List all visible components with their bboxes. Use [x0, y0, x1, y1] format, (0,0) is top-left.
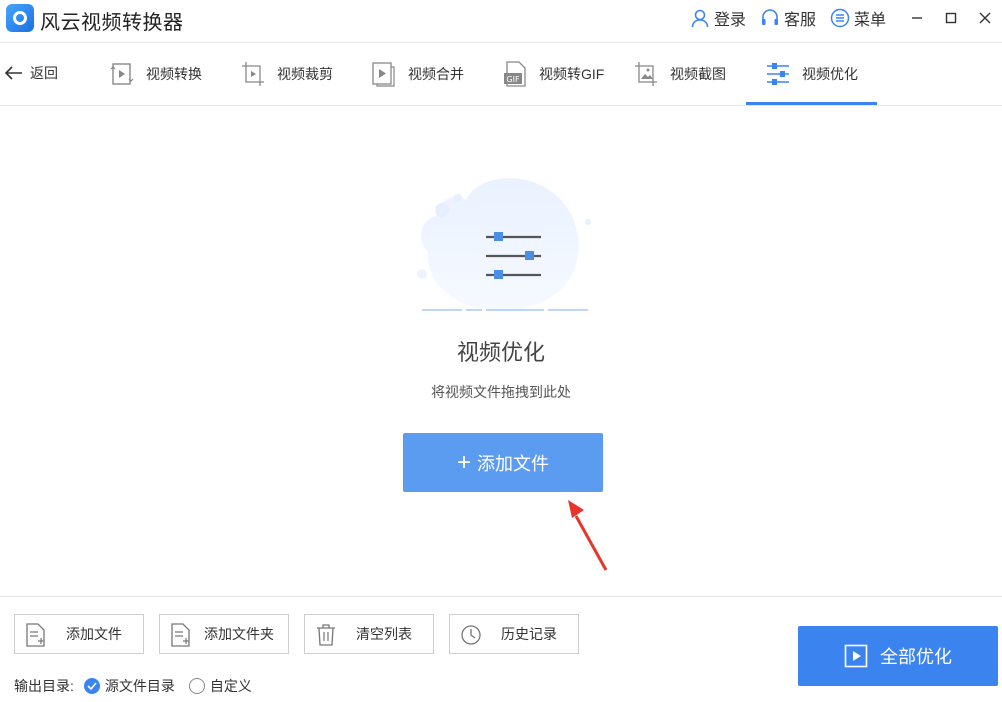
- minimize-button[interactable]: [900, 0, 934, 36]
- bottom-button-label: 清空列表: [356, 626, 412, 642]
- menu-label: 菜单: [853, 12, 886, 29]
- bottom-bar: 添加文件 添加文件夹 清空列表 历史记录 输出目录: 源文件目录 自定义 全部优…: [0, 596, 1002, 702]
- maximize-icon: [945, 12, 957, 24]
- headset-icon: [761, 9, 778, 25]
- menu-icon: [830, 8, 850, 28]
- history-button[interactable]: 历史记录: [449, 614, 579, 654]
- bottom-add-file-button[interactable]: 添加文件: [14, 614, 144, 654]
- tab-label: 视频合并: [408, 66, 464, 82]
- back-arrow-icon: [4, 66, 22, 80]
- tab-video-screenshot[interactable]: 视频截图: [634, 43, 726, 105]
- login-button[interactable]: 登录: [690, 6, 746, 30]
- tab-label: 视频裁剪: [277, 66, 333, 82]
- tab-bar: 返回 视频转换 视频裁剪 视频合并 GIF 视频转GIF 视频截图 视频优化: [0, 42, 1002, 106]
- bottom-button-label: 历史记录: [501, 626, 557, 642]
- service-label: 客服: [783, 12, 816, 29]
- add-folder-button[interactable]: 添加文件夹: [159, 614, 289, 654]
- app-title: 风云视频转换器: [40, 12, 184, 34]
- sliders-icon: [767, 63, 789, 85]
- login-label: 登录: [713, 12, 746, 29]
- title-bar: 风云视频转换器 登录 客服 菜单: [0, 0, 1002, 36]
- app-logo: [6, 4, 34, 32]
- radio-checked-icon: [83, 678, 100, 694]
- gif-icon: GIF: [504, 61, 526, 87]
- output-directory: 输出目录: 源文件目录 自定义: [14, 676, 252, 696]
- play-icon: [844, 644, 868, 668]
- add-file-button[interactable]: + 添加文件: [403, 433, 603, 492]
- video-crop-icon: [242, 62, 264, 86]
- optimize-all-label: 全部优化: [880, 647, 952, 667]
- tab-label: 视频优化: [802, 66, 858, 82]
- optimize-all-button[interactable]: 全部优化: [798, 626, 998, 686]
- back-button[interactable]: 返回: [4, 63, 58, 83]
- radio-custom-dir[interactable]: 自定义: [188, 676, 252, 696]
- optimize-illustration: [417, 178, 591, 311]
- bottom-button-label: 添加文件夹: [204, 626, 274, 642]
- bottom-button-label: 添加文件: [66, 626, 122, 642]
- service-button[interactable]: 客服: [760, 6, 816, 30]
- back-label: 返回: [30, 65, 58, 81]
- tab-video-crop[interactable]: 视频裁剪: [241, 43, 333, 105]
- add-file-label: 添加文件: [477, 453, 549, 474]
- title-bar-actions: 登录 客服 菜单: [690, 0, 1002, 36]
- radio-source-dir[interactable]: 源文件目录: [83, 676, 175, 696]
- user-icon: [691, 9, 709, 28]
- red-arrow-annotation: [568, 500, 608, 571]
- drop-zone[interactable]: 视频优化 将视频文件拖拽到此处 + 添加文件: [0, 106, 1002, 596]
- tab-video-optimize[interactable]: 视频优化: [766, 43, 858, 105]
- tab-label: 视频转换: [146, 66, 202, 82]
- active-tab-indicator: [746, 102, 877, 105]
- gif-badge-text: GIF: [506, 75, 520, 84]
- video-convert-icon: [110, 63, 134, 85]
- close-button[interactable]: [968, 0, 1002, 36]
- tab-video-convert[interactable]: 视频转换: [110, 43, 202, 105]
- radio-unchecked-icon: [188, 678, 205, 694]
- tab-video-merge[interactable]: 视频合并: [372, 43, 464, 105]
- radio-label: 源文件目录: [104, 678, 175, 694]
- minimize-icon: [912, 17, 922, 19]
- drop-hint: 将视频文件拖拽到此处: [431, 384, 571, 400]
- menu-button[interactable]: 菜单: [830, 6, 886, 30]
- app-window: 风云视频转换器 登录 客服 菜单 返回 视频转换 视频裁剪 视频合并 GIF 视…: [0, 0, 1002, 702]
- main-title: 视频优化: [456, 340, 545, 365]
- output-label: 输出目录:: [14, 678, 74, 694]
- plus-icon: +: [456, 448, 471, 476]
- tab-label: 视频截图: [670, 66, 726, 82]
- tab-video-to-gif[interactable]: GIF 视频转GIF: [503, 43, 604, 105]
- clear-list-button[interactable]: 清空列表: [304, 614, 434, 654]
- video-merge-icon: [372, 62, 395, 87]
- maximize-button[interactable]: [934, 0, 968, 36]
- close-icon: [979, 12, 991, 24]
- radio-label: 自定义: [209, 678, 252, 694]
- tab-label: 视频转GIF: [539, 66, 605, 82]
- screenshot-icon: [635, 62, 657, 86]
